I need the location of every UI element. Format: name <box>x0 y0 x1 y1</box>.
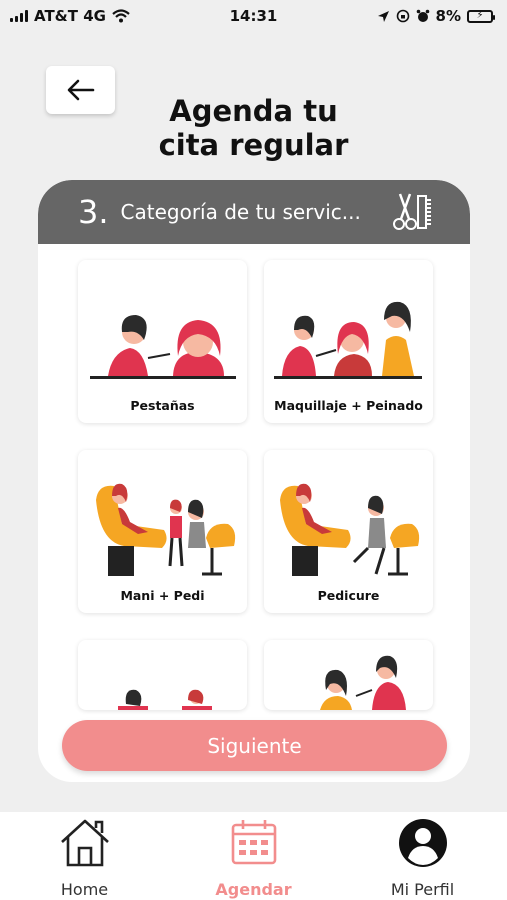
category-label: Maquillaje + Peinado <box>274 398 423 413</box>
page-title: Agenda tu cita regular <box>158 94 349 162</box>
home-icon <box>60 819 109 867</box>
category-tile-maquillaje-peinado[interactable]: Maquillaje + Peinado <box>264 260 433 423</box>
service-illustration <box>118 689 212 710</box>
category-card: 3. Categoría de tu servic... Pestañas Ma… <box>38 180 470 782</box>
lashes-illustration <box>90 315 236 379</box>
step-number: 3. <box>78 193 109 231</box>
status-bar: AT&T 4G 14:31 8% ⚡ <box>0 0 507 32</box>
service-illustration <box>320 655 406 710</box>
step-label: Categoría de tu servic... <box>120 200 361 224</box>
pedicure-illustration <box>280 483 420 576</box>
rotation-lock-icon <box>396 9 409 23</box>
nav-item-home[interactable]: Home <box>0 812 169 900</box>
wifi-icon <box>112 9 130 23</box>
battery-icon: ⚡ <box>467 9 495 23</box>
carrier-label: AT&T 4G <box>34 7 106 25</box>
category-tile-6[interactable] <box>264 640 433 710</box>
category-label: Mani + Pedi <box>120 588 205 603</box>
nav-label: Mi Perfil <box>390 880 455 899</box>
nav-item-mi-perfil[interactable]: Mi Perfil <box>338 812 507 900</box>
profile-icon <box>398 819 447 867</box>
makeup-hair-illustration <box>274 301 422 379</box>
location-icon <box>377 10 389 22</box>
category-tile-pedicure[interactable]: Pedicure <box>264 450 433 613</box>
category-tile-5[interactable] <box>78 640 247 710</box>
category-label: Pestañas <box>130 398 195 413</box>
next-button[interactable]: Siguiente <box>62 720 447 771</box>
alarm-icon <box>416 9 429 22</box>
category-tile-pestanas[interactable]: Pestañas <box>78 260 247 423</box>
bottom-nav: Home Agendar Mi Perfil <box>0 812 507 900</box>
nav-label: Home <box>60 880 109 899</box>
category-label: Pedicure <box>317 588 380 603</box>
category-tile-mani-pedi[interactable]: Mani + Pedi <box>78 450 247 613</box>
nav-item-agendar[interactable]: Agendar <box>169 812 338 900</box>
calendar-icon <box>231 820 276 865</box>
step-header: 3. Categoría de tu servic... <box>38 180 470 244</box>
scissors-comb-icon <box>393 193 431 230</box>
signal-icon <box>10 10 28 22</box>
clock: 14:31 <box>229 7 278 25</box>
nav-label: Agendar <box>215 880 292 899</box>
mani-pedi-illustration <box>96 483 236 576</box>
battery-percent: 8% <box>435 7 461 25</box>
